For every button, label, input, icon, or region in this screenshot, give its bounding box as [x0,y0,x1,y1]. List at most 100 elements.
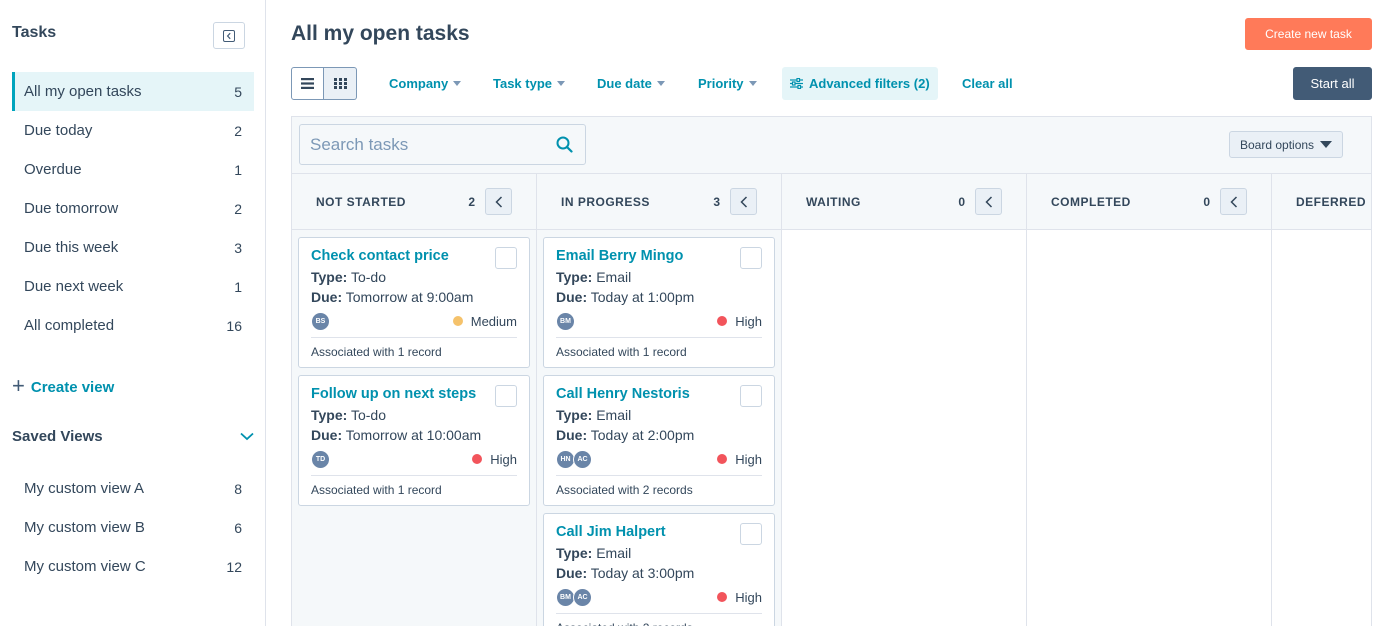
collapse-column-button[interactable] [485,188,512,215]
collapse-column-button[interactable] [1220,188,1247,215]
sidebar-item-due-this-week[interactable]: Due this week 3 [12,228,254,267]
task-type: Type: Email [556,545,632,561]
task-due: Due: Tomorrow at 10:00am [311,427,482,443]
sidebar-item-all-completed[interactable]: All completed 16 [12,306,254,345]
chevron-down-icon [240,432,254,441]
task-checkbox[interactable] [495,247,517,269]
task-type: Type: To-do [311,407,386,423]
list-view-button[interactable] [291,67,324,100]
saved-view-label: My custom view C [24,558,146,575]
collapse-column-button[interactable] [975,188,1002,215]
priority-dot [452,316,463,326]
task-view-list: All my open tasks 5 Due today 2 Overdue … [12,72,254,345]
sidebar-item-label: All completed [24,317,115,334]
collapse-column-button[interactable] [730,188,757,215]
caret-down-icon [1320,141,1333,148]
task-checkbox[interactable] [495,385,517,407]
priority-badge: High [717,314,762,329]
task-card[interactable]: Call Jim Halpert Type: Email Due: Today … [543,513,775,626]
task-title-link[interactable]: Call Jim Halpert [556,524,762,540]
task-associations: Associated with 2 records [556,475,762,497]
saved-view-label: My custom view B [24,519,145,536]
task-due: Due: Tomorrow at 9:00am [311,289,474,305]
collapse-sidebar-button[interactable] [213,22,245,49]
plus-icon: + [12,373,25,398]
saved-view-a[interactable]: My custom view A 8 [12,469,254,508]
start-all-button[interactable]: Start all [1293,67,1372,100]
create-view-link[interactable]: + Create view [12,373,114,398]
search-box [299,124,586,165]
task-title-link[interactable]: Email Berry Mingo [556,248,762,264]
grid-icon [333,78,347,89]
sidebar: Tasks All my open tasks 5 Due today 2 Ov… [0,0,266,626]
priority-badge: High [472,452,517,467]
task-due: Due: Today at 3:00pm [556,565,695,581]
task-checkbox[interactable] [740,247,762,269]
advanced-filters-button[interactable]: Advanced filters (2) [782,67,938,100]
sidebar-item-label: Due this week [24,239,119,256]
chevron-left-icon [984,195,992,208]
column-title: DEFERRED [1296,194,1367,209]
task-card[interactable]: Check contact price Type: To-do Due: Tom… [298,237,530,368]
sidebar-item-overdue[interactable]: Overdue 1 [12,150,254,189]
chevron-left-icon [739,195,747,208]
clear-all-link[interactable]: Clear all [962,76,1013,91]
task-type: Type: Email [556,407,632,423]
sidebar-title: Tasks [12,24,57,41]
task-title-link[interactable]: Call Henry Nestoris [556,386,762,402]
sidebar-item-due-next-week[interactable]: Due next week 1 [12,267,254,306]
avatar: AC [573,587,592,607]
task-type-filter[interactable]: Task type [493,76,566,91]
column-title: NOT STARTED [316,194,406,209]
column-header: NOT STARTED 2 [292,173,536,230]
board-options-button[interactable]: Board options [1229,131,1344,158]
column-count: 3 [713,194,720,209]
saved-view-c[interactable]: My custom view C 12 [12,547,254,586]
company-filter[interactable]: Company [389,76,462,91]
create-new-task-button[interactable]: Create new task [1245,18,1372,50]
task-checkbox[interactable] [740,385,762,407]
task-associations: Associated with 2 records [556,613,762,626]
saved-view-count: 12 [226,558,242,575]
priority-dot [717,316,728,326]
column-title: COMPLETED [1051,194,1131,209]
sidebar-item-due-tomorrow[interactable]: Due tomorrow 2 [12,189,254,228]
saved-view-b[interactable]: My custom view B 6 [12,508,254,547]
sliders-icon [790,78,803,89]
search-input[interactable] [310,134,530,155]
column-in-progress: IN PROGRESS 3 Email Berry Mingo Type: Em… [537,173,782,626]
avatar: TD [311,449,330,469]
column-title: IN PROGRESS [561,194,650,209]
task-title-link[interactable]: Check contact price [311,248,517,264]
sidebar-item-due-today[interactable]: Due today 2 [12,111,254,150]
due-date-filter[interactable]: Due date [597,76,665,91]
task-checkbox[interactable] [740,523,762,545]
task-card[interactable]: Call Henry Nestoris Type: Email Due: Tod… [543,375,775,506]
avatar: BM [556,311,575,331]
sidebar-item-all-open[interactable]: All my open tasks 5 [12,72,254,111]
list-icon [301,78,314,89]
column-count: 0 [1203,194,1210,209]
task-card[interactable]: Follow up on next steps Type: To-do Due:… [298,375,530,506]
saved-views-toggle[interactable]: Saved Views [12,428,254,445]
priority-dot [472,454,483,464]
column-waiting: WAITING 0 [782,173,1027,626]
sidebar-item-count: 1 [234,161,242,178]
board-view-button[interactable] [324,67,357,100]
column-header: WAITING 0 [782,173,1026,230]
sidebar-item-label: Due tomorrow [24,200,119,217]
priority-filter[interactable]: Priority [698,76,757,91]
task-type: Type: To-do [311,269,386,285]
search-icon[interactable] [556,136,573,153]
task-associations: Associated with 1 record [556,337,762,359]
column-deferred: DEFERRED [1272,173,1371,626]
task-card[interactable]: Email Berry Mingo Type: Email Due: Today… [543,237,775,368]
avatar: BS [311,311,330,331]
caret-down-icon [453,81,462,86]
sidebar-item-count: 2 [234,122,242,139]
task-type: Type: Email [556,269,632,285]
saved-view-count: 8 [234,480,242,497]
column-header: COMPLETED 0 [1027,173,1271,230]
caret-down-icon [748,81,757,86]
task-title-link[interactable]: Follow up on next steps [311,386,517,402]
